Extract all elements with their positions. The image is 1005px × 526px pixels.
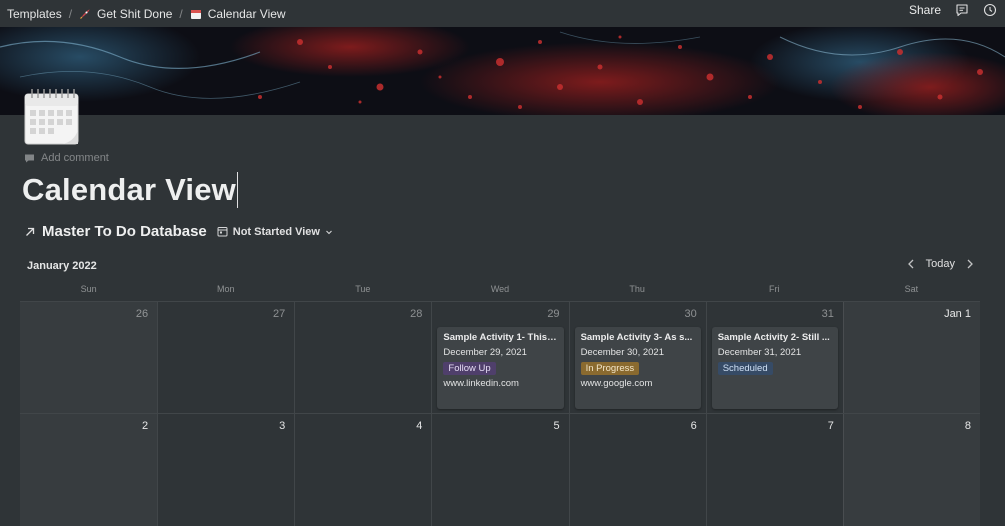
event-card[interactable]: Sample Activity 1- This i... December 29,… bbox=[437, 327, 564, 409]
breadcrumb-item-templates[interactable]: Templates bbox=[3, 7, 66, 21]
today-button[interactable]: Today bbox=[926, 258, 955, 270]
calendar-icon bbox=[190, 9, 201, 19]
calendar-page-icon[interactable] bbox=[24, 86, 80, 146]
day-number: 6 bbox=[690, 420, 697, 432]
calendar-nav: Today bbox=[906, 258, 975, 270]
calendar-week: 2 3 4 5 6 7 8 bbox=[20, 413, 980, 526]
day-number: 28 bbox=[410, 308, 423, 320]
event-date: December 29, 2021 bbox=[443, 347, 527, 358]
event-title: Sample Activity 2- Still ... bbox=[717, 332, 830, 343]
breadcrumb-separator: / bbox=[68, 6, 73, 21]
event-date: December 30, 2021 bbox=[580, 347, 665, 358]
month-label: January 2022 bbox=[27, 260, 97, 272]
database-title-link[interactable]: Master To Do Database bbox=[24, 223, 207, 240]
day-number: 27 bbox=[273, 308, 286, 320]
database-header: Master To Do Database Not Started View bbox=[24, 223, 333, 240]
calendar-day-cell[interactable]: 31 Sample Activity 2- Still ... December 3… bbox=[705, 302, 843, 413]
comment-icon bbox=[25, 154, 34, 162]
breadcrumb-separator: / bbox=[179, 6, 183, 21]
calendar-grid: Sun Mon Tue Wed Thu Fri Sat 26 27 28 29 Samp… bbox=[20, 283, 980, 526]
database-title: Master To Do Database bbox=[42, 223, 207, 240]
calendar-day-cell[interactable]: 7 bbox=[705, 414, 843, 526]
day-number: 4 bbox=[416, 420, 423, 432]
event-title: Sample Activity 3- As s... bbox=[580, 332, 693, 343]
page-title[interactable]: Calendar View bbox=[22, 172, 238, 208]
dow-label: Thu bbox=[629, 284, 645, 294]
calendar-day-cell[interactable]: 29 Sample Activity 1- This i... December 2… bbox=[431, 302, 568, 413]
event-title: Sample Activity 1- This i... bbox=[443, 332, 558, 343]
dow-label: Wed bbox=[490, 284, 510, 294]
calendar-day-cell[interactable]: 4 bbox=[294, 414, 431, 526]
top-bar: Templates / Get Shit Done / Calendar Vie… bbox=[0, 0, 1005, 27]
day-number: 29 bbox=[547, 308, 560, 320]
dow-label: Sat bbox=[904, 284, 919, 294]
calendar-day-cell[interactable]: 2 bbox=[20, 414, 158, 526]
calendar-week: 26 27 28 29 Sample Activity 1- This i... Dece… bbox=[20, 301, 980, 413]
day-number: 5 bbox=[553, 420, 560, 432]
dow-label: Tue bbox=[355, 284, 371, 294]
calendar-day-cell[interactable]: 5 bbox=[431, 414, 568, 526]
calendar-day-cell[interactable]: 8 bbox=[842, 414, 980, 526]
calendar-day-cell[interactable]: 6 bbox=[568, 414, 706, 526]
text-cursor bbox=[236, 172, 238, 208]
event-url[interactable]: www.google.com bbox=[581, 376, 695, 391]
breadcrumb: Templates / Get Shit Done / Calendar Vie… bbox=[0, 7, 290, 21]
view-selector-label: Not Started View bbox=[232, 225, 320, 238]
calendar-day-cell[interactable]: 30 Sample Activity 3- As s... December 30,… bbox=[568, 302, 706, 413]
day-number: 3 bbox=[279, 420, 286, 432]
breadcrumb-label: Get Shit Done bbox=[97, 6, 173, 21]
status-tag: Scheduled bbox=[717, 362, 773, 375]
top-actions: Share bbox=[909, 1, 1005, 19]
event-card[interactable]: Sample Activity 2- Still ... December 31,… bbox=[711, 327, 838, 409]
arrow-up-right-icon bbox=[26, 227, 35, 236]
breadcrumb-item-get-shit-done[interactable]: Get Shit Done bbox=[75, 7, 176, 21]
view-selector[interactable]: Not Started View bbox=[217, 226, 333, 238]
event-date: December 31, 2021 bbox=[717, 347, 802, 358]
dow-label: Mon bbox=[216, 284, 235, 294]
chevron-down-icon bbox=[326, 230, 332, 234]
chevron-right-icon[interactable] bbox=[965, 258, 975, 270]
calendar-day-cell[interactable]: Jan 1 bbox=[842, 302, 980, 413]
breadcrumb-label: Templates bbox=[7, 6, 62, 21]
status-tag: Follow Up bbox=[443, 362, 496, 375]
breadcrumb-item-calendar-view[interactable]: Calendar View bbox=[186, 7, 290, 21]
calendar-day-cell[interactable]: 28 bbox=[294, 302, 431, 413]
status-tag: In Progress bbox=[580, 362, 640, 375]
add-comment-button[interactable]: Add comment bbox=[24, 152, 109, 164]
calendar-view-icon bbox=[217, 227, 228, 237]
day-number: 30 bbox=[684, 308, 697, 320]
event-url[interactable]: www.linkedin.com bbox=[443, 376, 557, 391]
comment-icon[interactable] bbox=[955, 3, 969, 17]
dow-label: Sun bbox=[80, 284, 97, 294]
share-button[interactable]: Share bbox=[909, 3, 941, 17]
day-number: 31 bbox=[821, 308, 834, 320]
calendar-day-cell[interactable]: 26 bbox=[20, 302, 158, 413]
cover-image bbox=[0, 27, 1005, 115]
day-number: 7 bbox=[827, 420, 834, 432]
day-of-week-header: Sun Mon Tue Wed Thu Fri Sat bbox=[20, 283, 980, 301]
day-number: 26 bbox=[135, 308, 149, 320]
clock-icon[interactable] bbox=[983, 3, 997, 17]
event-card[interactable]: Sample Activity 3- As s... December 30, 2… bbox=[574, 327, 701, 409]
dow-label: Fri bbox=[769, 284, 780, 294]
calendar-day-cell[interactable]: 3 bbox=[157, 414, 294, 526]
page-title-text: Calendar View bbox=[22, 172, 236, 207]
add-comment-label: Add comment bbox=[41, 152, 109, 164]
day-number: Jan 1 bbox=[944, 308, 971, 320]
calendar-day-cell[interactable]: 27 bbox=[157, 302, 294, 413]
rocket-icon bbox=[80, 9, 90, 19]
day-number: 8 bbox=[964, 420, 971, 432]
chevron-left-icon[interactable] bbox=[906, 258, 916, 270]
breadcrumb-label: Calendar View bbox=[207, 6, 286, 21]
day-number: 2 bbox=[142, 420, 149, 432]
cover-artwork bbox=[0, 27, 1005, 115]
